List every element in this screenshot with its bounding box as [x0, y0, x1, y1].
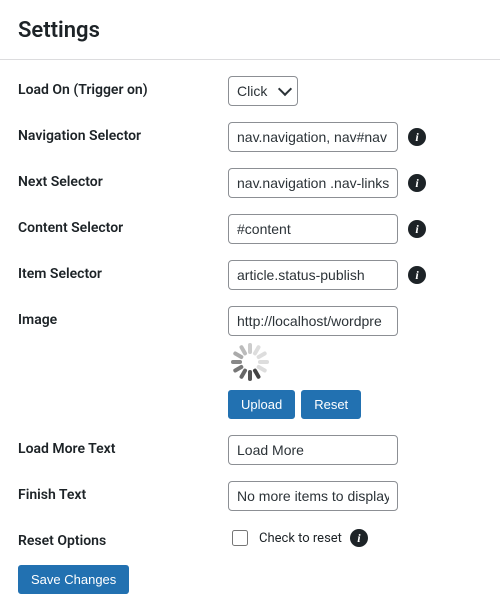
load-more-text-input[interactable]	[228, 435, 398, 465]
label-item-selector: Item Selector	[18, 260, 228, 282]
reset-image-button[interactable]: Reset	[301, 390, 361, 419]
row-finish-text: Finish Text	[18, 481, 482, 511]
label-load-on: Load On (Trigger on)	[18, 76, 228, 98]
item-selector-input[interactable]	[228, 260, 398, 290]
label-load-more-text: Load More Text	[18, 435, 228, 457]
label-next-selector: Next Selector	[18, 168, 228, 190]
label-reset-options: Reset Options	[18, 527, 228, 549]
label-image: Image	[18, 306, 228, 328]
load-on-select-wrap: Click	[228, 76, 298, 106]
row-load-more-text: Load More Text	[18, 435, 482, 465]
row-reset-options: Reset Options Check to reset i	[18, 527, 482, 549]
label-finish-text: Finish Text	[18, 481, 228, 503]
row-load-on: Load On (Trigger on) Click	[18, 76, 482, 106]
row-image: Image Upload Reset	[18, 306, 482, 419]
loading-spinner-icon	[230, 342, 270, 382]
info-icon[interactable]: i	[408, 220, 426, 238]
upload-button[interactable]: Upload	[228, 390, 295, 419]
label-content-selector: Content Selector	[18, 214, 228, 236]
row-next-selector: Next Selector i	[18, 168, 482, 198]
info-icon[interactable]: i	[408, 174, 426, 192]
next-selector-input[interactable]	[228, 168, 398, 198]
page-title: Settings	[18, 18, 482, 43]
save-changes-button[interactable]: Save Changes	[18, 565, 129, 594]
row-content-selector: Content Selector i	[18, 214, 482, 244]
finish-text-input[interactable]	[228, 481, 398, 511]
image-url-input[interactable]	[228, 306, 398, 336]
navigation-selector-input[interactable]	[228, 122, 398, 152]
load-on-select[interactable]: Click	[228, 76, 298, 106]
divider	[0, 59, 500, 60]
content-selector-input[interactable]	[228, 214, 398, 244]
reset-checkbox-label: Check to reset	[259, 531, 342, 546]
reset-checkbox[interactable]	[232, 530, 248, 546]
info-icon[interactable]: i	[350, 529, 368, 547]
row-item-selector: Item Selector i	[18, 260, 482, 290]
info-icon[interactable]: i	[408, 266, 426, 284]
row-navigation-selector: Navigation Selector i	[18, 122, 482, 152]
label-navigation-selector: Navigation Selector	[18, 122, 228, 144]
info-icon[interactable]: i	[408, 128, 426, 146]
